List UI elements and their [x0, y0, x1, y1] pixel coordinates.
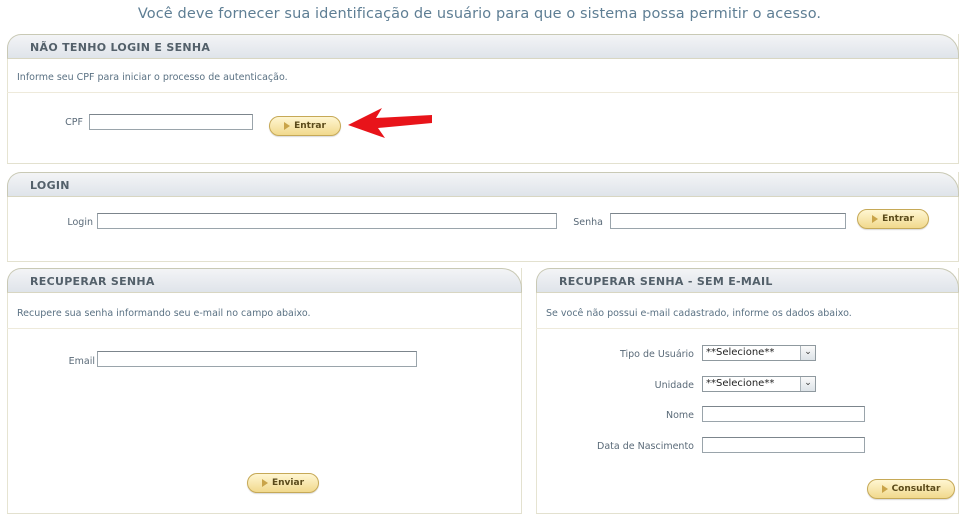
unidade-select[interactable]: **Selecione** ⌄: [702, 376, 816, 392]
panel-border: [7, 292, 8, 513]
panel-recover-no-email-title: RECUPERAR SENHA - SEM E-MAIL: [536, 268, 959, 293]
tipo-usuario-value: **Selecione**: [706, 347, 775, 358]
email-input[interactable]: [97, 351, 417, 367]
play-triangle-icon: [284, 122, 291, 130]
panel-border: [7, 196, 8, 261]
login-enter-button-label: Entrar: [882, 214, 914, 224]
email-label: Email: [68, 356, 95, 367]
consult-button[interactable]: Consultar: [867, 479, 955, 499]
send-button-label: Enviar: [271, 478, 305, 488]
panel-no-login-info: Informe seu CPF para iniciar o processo …: [17, 72, 288, 83]
page-intro: Você deve fornecer sua identificação de …: [137, 6, 822, 22]
nome-input[interactable]: [702, 406, 865, 422]
nome-label: Nome: [665, 410, 694, 421]
panel-login-title: LOGIN: [7, 172, 959, 197]
play-triangle-icon: [881, 485, 888, 493]
tipo-usuario-label: Tipo de Usuário: [619, 349, 694, 360]
cpf-input[interactable]: [89, 114, 253, 130]
panel-login: LOGIN Login Senha Entrar: [7, 172, 959, 262]
panel-recover: RECUPERAR SENHA Recupere sua senha infor…: [7, 268, 522, 514]
panel-no-login-title: NÃO TENHO LOGIN E SENHA: [7, 34, 959, 59]
panel-divider: [7, 328, 521, 329]
cpf-label: CPF: [65, 117, 83, 128]
senha-input[interactable]: [610, 213, 846, 229]
unidade-label: Unidade: [654, 380, 694, 391]
consult-button-label: Consultar: [891, 484, 941, 494]
panel-border: [7, 58, 8, 163]
login-label: Login: [67, 217, 93, 228]
cpf-enter-button[interactable]: Entrar: [269, 116, 341, 136]
chevron-down-icon[interactable]: ⌄: [800, 346, 815, 360]
panel-recover-no-email: RECUPERAR SENHA - SEM E-MAIL Se você não…: [536, 268, 959, 514]
panel-border: [536, 292, 537, 513]
panel-recover-info: Recupere sua senha informando seu e-mail…: [17, 308, 311, 319]
unidade-value: **Selecione**: [706, 378, 775, 389]
nascimento-input[interactable]: [702, 437, 865, 453]
panel-divider: [7, 92, 958, 93]
login-input[interactable]: [97, 213, 557, 229]
nascimento-label: Data de Nascimento: [597, 441, 694, 452]
tipo-usuario-select[interactable]: **Selecione** ⌄: [702, 345, 816, 361]
play-triangle-icon: [872, 215, 879, 223]
play-triangle-icon: [261, 479, 268, 487]
login-enter-button[interactable]: Entrar: [857, 209, 929, 229]
chevron-down-icon[interactable]: ⌄: [800, 377, 815, 391]
panel-recover-no-email-info: Se você não possui e-mail cadastrado, in…: [546, 308, 852, 319]
panel-no-login: NÃO TENHO LOGIN E SENHA Informe seu CPF …: [7, 34, 959, 164]
senha-label: Senha: [573, 217, 603, 228]
panel-divider: [536, 328, 958, 329]
red-arrow-icon: [348, 108, 432, 138]
panel-recover-title: RECUPERAR SENHA: [7, 268, 522, 293]
send-button[interactable]: Enviar: [247, 473, 319, 493]
cpf-enter-button-label: Entrar: [294, 121, 326, 131]
